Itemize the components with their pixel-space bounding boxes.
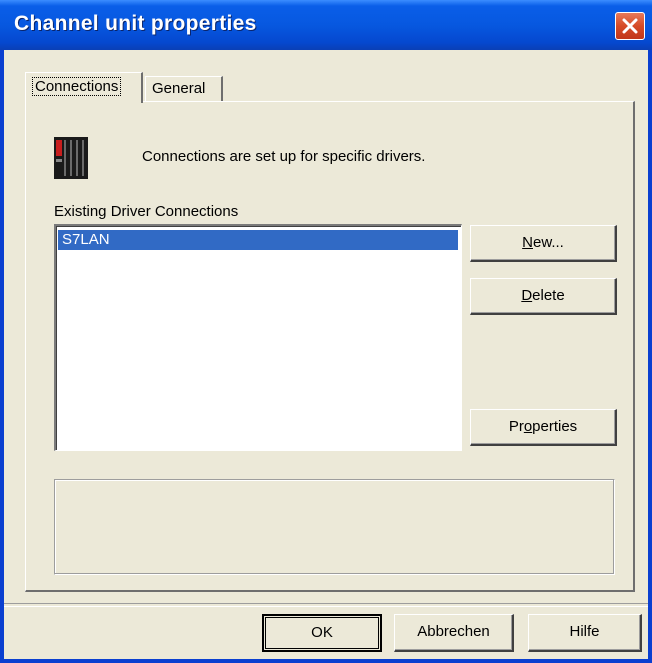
new-button[interactable]: New... (470, 225, 617, 262)
driver-connection-icon (54, 137, 88, 179)
footer-separator (4, 603, 648, 607)
title-bar: Channel unit properties (0, 0, 652, 50)
window-title: Channel unit properties (14, 12, 257, 35)
tab-connections-label: Connections (32, 77, 122, 96)
driver-connections-list[interactable]: S7LAN (54, 224, 462, 451)
connections-info-text: Connections are set up for specific driv… (142, 148, 426, 165)
tab-general[interactable]: General (145, 76, 223, 102)
properties-button[interactable]: Properties (470, 409, 617, 446)
cancel-button[interactable]: Abbrechen (394, 614, 514, 652)
existing-connections-label: Existing Driver Connections (54, 203, 239, 220)
dialog-window: Channel unit properties Connections Gene… (0, 0, 652, 663)
close-button[interactable] (615, 12, 645, 40)
description-box (54, 479, 615, 575)
ok-button[interactable]: OK (262, 614, 382, 652)
close-icon (622, 18, 638, 34)
tab-general-label: General (152, 80, 206, 97)
delete-button[interactable]: Delete (470, 278, 617, 315)
tab-connections[interactable]: Connections (25, 72, 143, 103)
list-item[interactable]: S7LAN (58, 230, 458, 250)
help-button[interactable]: Hilfe (528, 614, 642, 652)
